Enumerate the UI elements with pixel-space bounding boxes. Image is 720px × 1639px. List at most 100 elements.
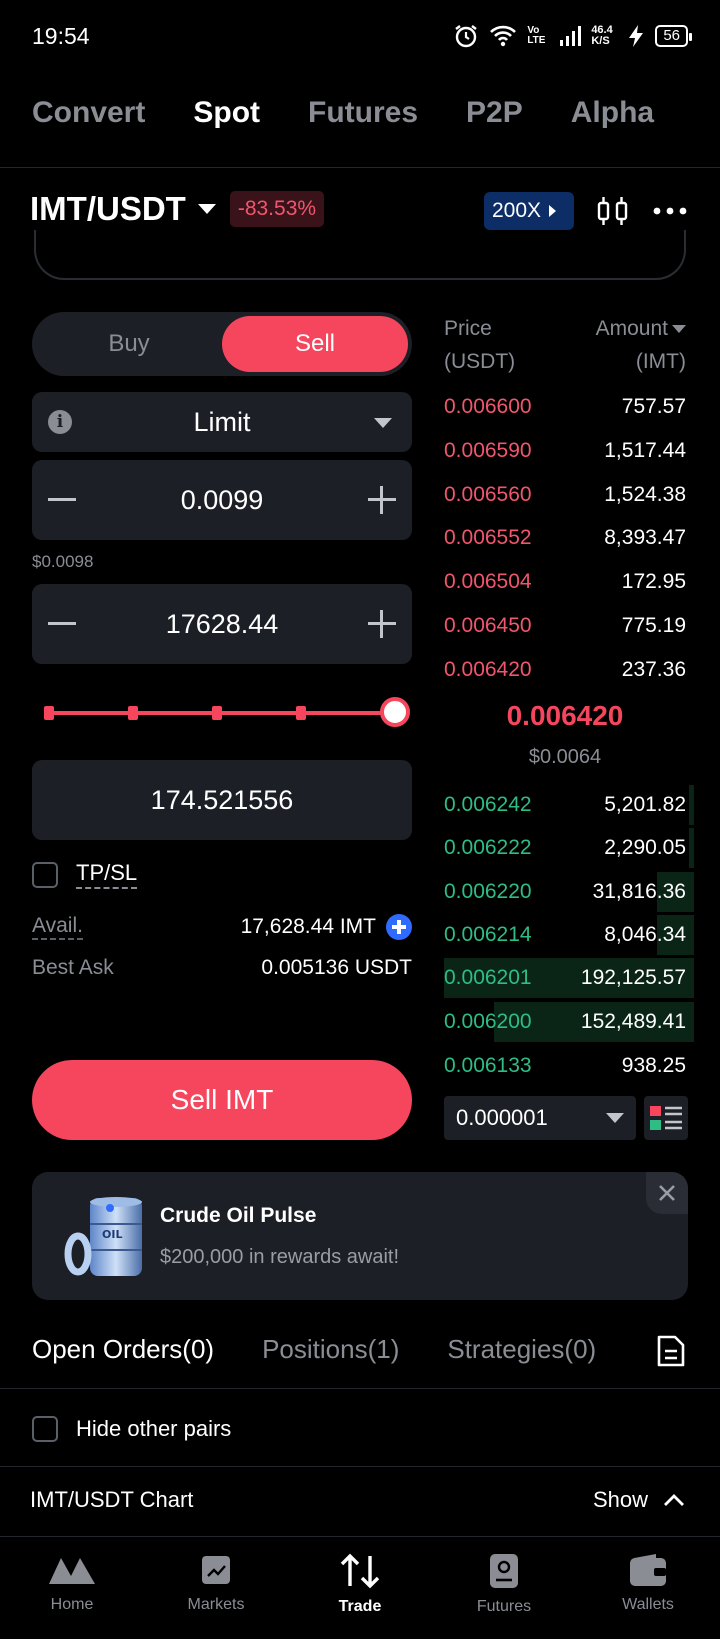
amount-slider[interactable] [44, 697, 410, 727]
leverage-badge[interactable]: 200X [484, 192, 574, 230]
ask-row[interactable]: 0.006560 1,524.38 [444, 475, 686, 515]
slider-tick-75[interactable] [296, 706, 306, 720]
ask-row[interactable]: 0.006504 172.95 [444, 562, 686, 602]
total-field[interactable]: 174.521556 [32, 760, 412, 840]
nav-wallets[interactable]: Wallets [576, 1536, 720, 1639]
wallet-icon [630, 1554, 666, 1586]
buy-tab[interactable]: Buy [36, 316, 222, 372]
signal-icon [560, 26, 582, 46]
bid-price: 0.006201 [444, 966, 532, 989]
banner-title: Crude Oil Pulse [160, 1204, 317, 1227]
amount-input[interactable]: 17628.44 [166, 609, 279, 640]
ask-row[interactable]: 0.006450 775.19 [444, 606, 686, 646]
nav-markets[interactable]: Markets [144, 1536, 288, 1639]
promo-banner[interactable]: OIL Crude Oil Pulse $200,000 in rewards … [32, 1172, 688, 1300]
hide-pairs-checkbox[interactable] [32, 1416, 58, 1442]
slider-handle[interactable] [380, 697, 410, 727]
total-value[interactable]: 174.521556 [151, 785, 294, 816]
bid-row[interactable]: 0.006200 152,489.41 [444, 1002, 694, 1042]
bottom-nav: Home Markets Trade Futures Wallets [0, 1536, 720, 1639]
bid-row[interactable]: 0.006133 938.25 [444, 1046, 686, 1086]
ask-row[interactable]: 0.006552 8,393.47 [444, 518, 686, 558]
amount-stepper: 17628.44 [32, 584, 412, 664]
book-layout-icon [650, 1106, 682, 1130]
nav-futures[interactable]: Futures [432, 1536, 576, 1639]
divider [0, 167, 720, 168]
candlestick-icon[interactable] [596, 194, 630, 228]
hide-pairs-label[interactable]: Hide other pairs [76, 1416, 231, 1442]
chart-toggle-row[interactable]: IMT/USDT Chart Show [30, 1487, 686, 1513]
ask-row[interactable]: 0.006590 1,517.44 [444, 431, 686, 471]
bid-row[interactable]: 0.006220 31,816.36 [444, 872, 694, 912]
futures-icon [490, 1554, 518, 1588]
sell-tab[interactable]: Sell [222, 316, 408, 372]
amount-header-toggle[interactable]: Amount (IMT) [596, 312, 686, 378]
slider-tick-50[interactable] [212, 706, 222, 720]
charging-icon [629, 25, 644, 47]
chevron-down-icon [374, 418, 392, 428]
top-tabs: Convert Spot Futures P2P Alpha [32, 96, 654, 130]
amount-header-unit: (IMT) [635, 350, 686, 373]
chevron-down-icon[interactable] [672, 325, 686, 334]
bid-price: 0.006133 [444, 1054, 532, 1077]
slider-tick-25[interactable] [128, 706, 138, 720]
tab-futures[interactable]: Futures [308, 96, 418, 130]
avail-label[interactable]: Avail. [32, 914, 83, 940]
chevron-down-icon[interactable] [197, 204, 216, 214]
tab-alpha[interactable]: Alpha [571, 96, 654, 130]
tab-p2p[interactable]: P2P [466, 96, 523, 130]
tpsl-checkbox[interactable] [32, 861, 58, 888]
tpsl-label[interactable]: TP/SL [76, 860, 138, 889]
ask-price: 0.006590 [444, 439, 532, 462]
tab-convert[interactable]: Convert [32, 96, 145, 130]
add-funds-icon[interactable] [386, 914, 412, 940]
amount-decrease-button[interactable] [48, 622, 76, 625]
order-tabs: Open Orders(0) Positions(1) Strategies(0… [32, 1334, 632, 1365]
barrel-label: OIL [102, 1228, 122, 1241]
nav-home[interactable]: Home [0, 1536, 144, 1639]
price-input[interactable]: 0.0099 [181, 485, 264, 516]
nav-trade[interactable]: Trade [288, 1536, 432, 1639]
tab-open-orders[interactable]: Open Orders(0) [32, 1334, 214, 1365]
best-ask-value: 0.005136 USDT [261, 956, 412, 979]
close-icon[interactable] [646, 1172, 688, 1214]
more-icon[interactable] [652, 194, 688, 228]
chevron-up-icon[interactable] [662, 1492, 686, 1508]
nav-home-label: Home [50, 1596, 94, 1613]
bid-row[interactable]: 0.006201 192,125.57 [444, 958, 694, 998]
tab-spot[interactable]: Spot [193, 96, 260, 130]
info-icon[interactable]: i [48, 410, 72, 434]
precision-select[interactable]: 0.000001 [444, 1096, 636, 1140]
price-increase-button[interactable] [368, 486, 396, 514]
book-layout-button[interactable] [644, 1096, 688, 1140]
last-price[interactable]: 0.006420 [444, 700, 686, 732]
ask-row[interactable]: 0.006600 757.57 [444, 387, 686, 427]
amount-increase-button[interactable] [368, 610, 396, 638]
ask-price: 0.006600 [444, 395, 532, 418]
sell-submit-button[interactable]: Sell IMT [32, 1060, 412, 1140]
tab-strategies[interactable]: Strategies(0) [447, 1334, 596, 1365]
order-history-icon[interactable] [656, 1334, 686, 1368]
tpsl-option[interactable]: TP/SL [32, 860, 138, 889]
pair-selector[interactable]: IMT/USDT -83.53% [30, 190, 325, 228]
bid-row[interactable]: 0.006222 2,290.05 [444, 828, 694, 868]
slider-tick-0[interactable] [44, 706, 54, 720]
hide-other-pairs[interactable]: Hide other pairs [32, 1416, 231, 1442]
volte-icon: Vo LTE [527, 25, 546, 46]
available-balance: Avail. 17,628.44 IMT [32, 914, 412, 940]
bid-amount: 938.25 [621, 1054, 686, 1077]
nav-futures-label: Futures [476, 1598, 532, 1615]
amount-header[interactable]: Amount [596, 317, 668, 340]
bid-row[interactable]: 0.006242 5,201.82 [444, 785, 694, 825]
ask-row[interactable]: 0.006420 237.36 [444, 650, 686, 690]
show-chart-button[interactable]: Show [593, 1487, 648, 1513]
banner-close-button[interactable] [646, 1172, 688, 1214]
nav-trade-label: Trade [338, 1598, 382, 1615]
nav-markets-label: Markets [187, 1596, 245, 1613]
network-speed: 46.4 K/S [591, 24, 613, 47]
price-decrease-button[interactable] [48, 498, 76, 501]
order-type-select[interactable]: i Limit [32, 392, 412, 452]
pair-name[interactable]: IMT/USDT [30, 190, 186, 228]
bid-row[interactable]: 0.006214 8,046.34 [444, 915, 694, 955]
tab-positions[interactable]: Positions(1) [262, 1334, 399, 1365]
